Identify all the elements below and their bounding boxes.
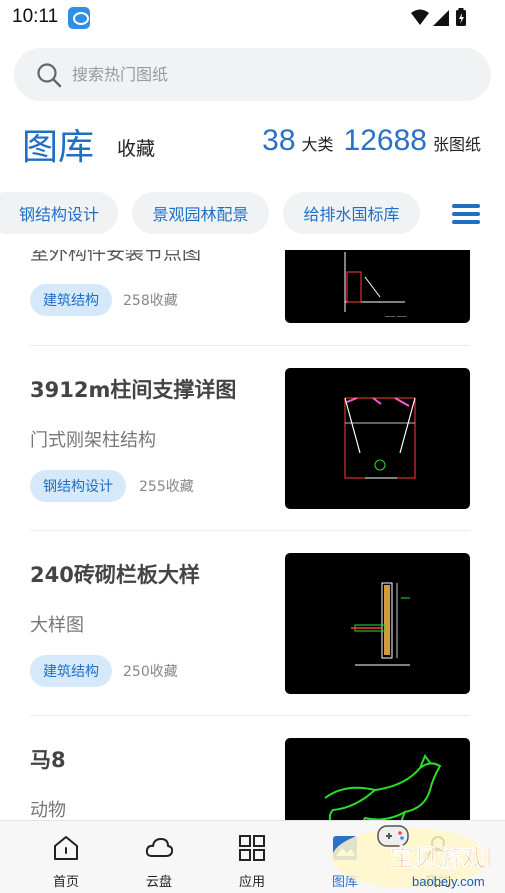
nav-item-cloud[interactable]: 云盘 bbox=[124, 821, 194, 893]
item-tag[interactable]: 建筑结构 bbox=[30, 655, 112, 687]
list-item[interactable]: 240砖砌栏板大样 大样图 建筑结构 250收藏 bbox=[30, 553, 470, 694]
item-title: 3912m柱间支撑详图 bbox=[30, 378, 237, 402]
list-item[interactable]: 室外构件安装节点图 建筑结构 258收藏 —— —— bbox=[30, 250, 470, 323]
list-item[interactable]: 3912m柱间支撑详图 门式刚架柱结构 钢结构设计 255收藏 bbox=[30, 368, 470, 509]
item-favorites: 258收藏 bbox=[123, 293, 178, 309]
app-notification-icon bbox=[68, 7, 90, 29]
item-thumbnail bbox=[285, 738, 470, 820]
list-divider bbox=[30, 715, 470, 716]
nav-item-apps[interactable]: 应用 bbox=[217, 821, 287, 893]
list-divider bbox=[30, 345, 470, 346]
category-chips: 钢结构设计 景观园林配景 给排水国标库 bbox=[0, 192, 505, 236]
item-subtitle: 大样图 bbox=[30, 615, 84, 636]
category-unit: 大类 bbox=[301, 135, 334, 154]
item-title: 马8 bbox=[30, 748, 66, 772]
svg-text:—— ——: —— —— bbox=[385, 314, 407, 320]
item-thumbnail bbox=[285, 368, 470, 509]
watermark-text: 宝贝游戏网 bbox=[390, 844, 490, 872]
drawing-list: 室外构件安装节点图 建筑结构 258收藏 —— —— 3912m柱间支撑详图 门… bbox=[0, 250, 505, 820]
nav-label: 首页 bbox=[52, 875, 79, 890]
menu-icon[interactable] bbox=[452, 204, 480, 224]
search-icon bbox=[37, 63, 62, 88]
nav-label: 应用 bbox=[238, 875, 265, 890]
nav-label: 云盘 bbox=[145, 875, 172, 890]
item-favorites: 250收藏 bbox=[123, 664, 178, 680]
battery-icon bbox=[456, 8, 466, 26]
search-bar[interactable] bbox=[14, 48, 491, 101]
drawing-unit: 张图纸 bbox=[432, 135, 481, 154]
item-tag[interactable]: 钢结构设计 bbox=[30, 470, 126, 502]
item-subtitle: 门式刚架柱结构 bbox=[30, 430, 156, 451]
item-favorites: 255收藏 bbox=[139, 479, 194, 495]
drawing-count: 12688 bbox=[343, 124, 427, 157]
item-thumbnail: —— —— bbox=[285, 250, 470, 323]
grid-icon bbox=[239, 835, 265, 861]
category-chip-drainage[interactable]: 给排水国标库 bbox=[283, 192, 420, 234]
watermark: 宝贝游戏网 baobeiy.com bbox=[330, 818, 505, 893]
wifi-icon bbox=[411, 9, 429, 25]
category-chip-steel[interactable]: 钢结构设计 bbox=[0, 192, 118, 234]
status-icons bbox=[411, 8, 466, 26]
status-bar: 10:11 bbox=[0, 0, 505, 36]
home-icon bbox=[54, 836, 78, 860]
list-divider bbox=[30, 530, 470, 531]
cellular-icon bbox=[433, 10, 449, 26]
item-subtitle: 动物 bbox=[30, 800, 66, 820]
favorites-tab[interactable]: 收藏 bbox=[117, 134, 155, 161]
item-title: 室外构件安装节点图 bbox=[30, 250, 202, 264]
watermark-domain: baobeiy.com bbox=[412, 874, 485, 889]
search-input[interactable] bbox=[72, 48, 452, 101]
cloud-icon bbox=[145, 838, 173, 857]
category-chip-landscape[interactable]: 景观园林配景 bbox=[132, 192, 269, 234]
library-stats: 38 大类 12688 张图纸 bbox=[262, 124, 481, 158]
item-title: 240砖砌栏板大样 bbox=[30, 563, 200, 587]
nav-item-home[interactable]: 首页 bbox=[31, 821, 101, 893]
item-thumbnail bbox=[285, 553, 470, 694]
list-item[interactable]: 马8 动物 bbox=[30, 738, 470, 820]
page-title: 图库 bbox=[22, 127, 95, 168]
status-time: 10:11 bbox=[12, 6, 59, 27]
item-tag[interactable]: 建筑结构 bbox=[30, 284, 112, 316]
category-count: 38 bbox=[262, 124, 296, 157]
gamepad-icon bbox=[377, 825, 409, 847]
